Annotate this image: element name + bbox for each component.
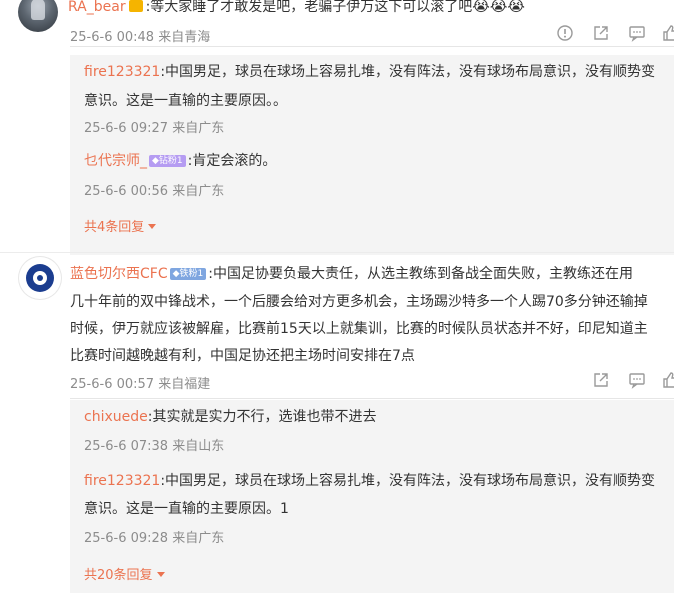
username-link[interactable]: 乜代宗师_ [84,153,147,169]
emoji-cry: 😭 [507,0,525,15]
comment-meta: 25-6-6 00:57 来自福建 [70,377,211,392]
avatar[interactable] [18,256,62,300]
comment-text: 时候，伊万就应该被解雇，比赛前15天以上就集训，比赛的时候队员状态并不好，印尼知… [70,321,648,337]
comment-text: 比赛时间越晚越有利，中国足协还把主场时间安排在7点 [70,348,415,364]
avatar-figure [31,0,45,20]
reply-text: 意识。这是一直输的主要原因。。 [84,93,287,109]
comment-text: :中国足协要负最大责任，从选主教练到备战全面失败，主教练还在用 [208,266,633,282]
comment-text: :等大家睡了才敢发是吧，老骗子伊万这下可以滚了吧 [145,0,473,15]
username-link[interactable]: RA_bear [68,0,126,15]
fan-badge: ◆钻粉1 [149,155,186,167]
reply-text: :中国男足，球员在球场上容易扎堆，没有阵法，没有球场布局意识，没有顺势变 [160,64,656,80]
diamond-icon: ◆ [172,269,180,279]
reply-separator [70,398,674,399]
comment-meta: 25-6-6 00:48 来自青海 [70,30,211,45]
diamond-icon: ◆ [152,156,159,166]
crown-icon [128,0,143,12]
reply-separator [70,46,674,47]
share-icon[interactable] [592,24,610,42]
reply-meta: 25-6-6 07:38 来自山东 [84,439,225,454]
comment-text: 几十年前的双中锋战术，一个后腰会给对方更多机会，主场踢沙特多一个人踢70多分钟还… [70,294,648,310]
more-replies-link[interactable]: 共4条回复 [84,216,157,235]
fan-badge: ◆铁粉1 [169,268,207,280]
username-link[interactable]: 蓝色切尔西CFC [70,266,168,282]
caret-down-icon [148,224,157,229]
comment-icon[interactable] [628,24,646,42]
reply-meta: 25-6-6 09:28 来自广东 [84,531,225,546]
badge-label: 铁粉1 [179,269,204,279]
like-icon[interactable] [662,24,674,42]
reply-meta: 25-6-6 09:27 来自广东 [84,121,225,136]
comment-icon[interactable] [628,371,646,389]
badge-label: 钻粉1 [158,156,183,166]
more-replies-label: 共20条回复 [84,568,153,583]
reply-text: :中国男足，球员在球场上容易扎堆，没有阵法，没有球场布局意识，没有顺势变 [160,473,656,489]
emoji-cry: 😭 [489,0,508,15]
reply-line: fire123321:中国男足，球员在球场上容易扎堆，没有阵法，没有球场布局意识… [84,470,655,490]
comment-divider [0,252,674,253]
comment-header: RA_bear:等大家睡了才敢发是吧，老骗子伊万这下可以滚了吧😭😭😭 [68,0,525,16]
caret-down-icon [156,572,165,577]
comment-header: 蓝色切尔西CFC ◆铁粉1:中国足协要负最大责任，从选主教练到备战全面失败，主教练… [70,263,633,283]
reply-line: chixuede:其实就是实力不行，选谁也带不进去 [84,406,376,426]
reply-line: fire123321:中国男足，球员在球场上容易扎堆，没有阵法，没有球场布局意识… [84,61,655,81]
username-link[interactable]: fire123321 [84,64,160,80]
club-crest-core [37,275,43,281]
username-link[interactable]: fire123321 [84,473,160,489]
reply-meta: 25-6-6 00:56 来自广东 [84,184,225,199]
username-link[interactable]: chixuede [84,409,148,425]
emoji-cry: 😭 [472,0,490,15]
avatar[interactable] [18,0,58,32]
reply-text: :肯定会滚的。 [187,153,277,169]
more-replies-link[interactable]: 共20条回复 [84,564,165,583]
reply-line: 乜代宗师_ ◆钻粉1:肯定会滚的。 [84,150,276,170]
share-icon[interactable] [592,371,610,389]
like-icon[interactable] [662,371,674,389]
reply-text: :其实就是实力不行，选谁也带不进去 [147,409,377,425]
report-icon[interactable] [556,24,574,42]
reply-text: 意识。这是一直输的主要原因。1 [84,501,289,517]
more-replies-label: 共4条回复 [84,220,145,235]
